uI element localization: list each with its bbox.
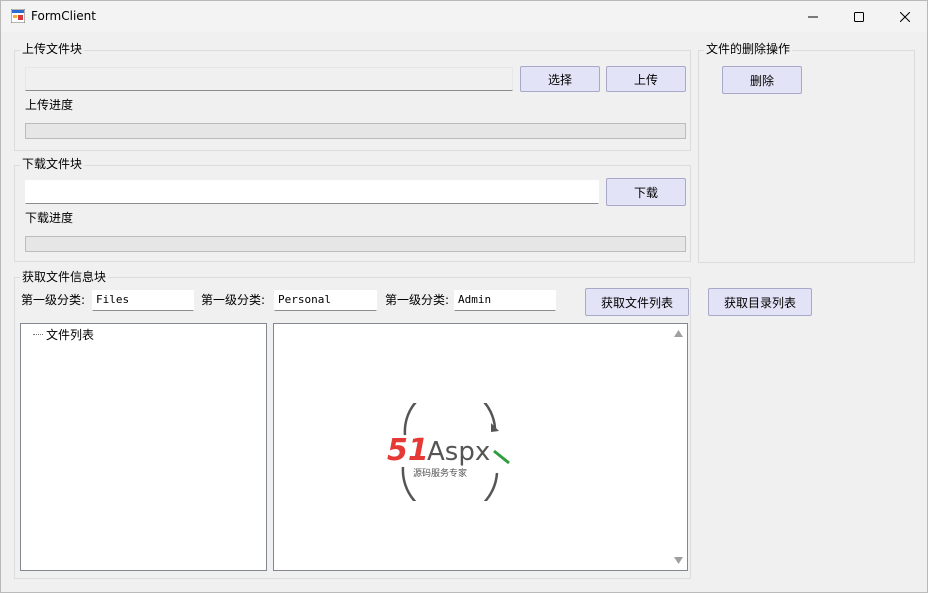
get-file-list-button[interactable]: 获取文件列表 [585,288,689,316]
scroll-up-arrow-icon[interactable] [674,330,683,337]
form-client-window: FormClient 上传文件块 选择 上传 上传进度 文件的删除操作 删除 下… [0,0,928,593]
brand-watermark-logo: 51 Aspx 源码服务专家 [387,403,510,501]
category1-label: 第一级分类: [21,293,86,307]
get-directory-list-button[interactable]: 获取目录列表 [708,288,812,316]
minimize-button[interactable] [790,1,836,32]
maximize-icon [854,11,864,22]
app-icon [11,9,25,23]
select-button[interactable]: 选择 [520,66,600,92]
scroll-down-arrow-icon[interactable] [674,557,683,564]
upload-progress-bar [25,123,686,139]
file-info-group-title: 获取文件信息块 [20,270,109,284]
upload-file-path-field[interactable] [25,67,513,91]
download-group-title: 下载文件块 [20,157,85,171]
download-file-path-field[interactable] [25,180,599,204]
upload-group-title: 上传文件块 [20,42,85,56]
window-title: FormClient [31,9,96,23]
close-icon [900,11,910,22]
delete-group-title: 文件的删除操作 [704,42,793,56]
minimize-icon [808,16,818,17]
brand-red-text: 51 [387,433,429,468]
tree-node-file-list[interactable]: 文件列表 [33,326,94,343]
category3-field[interactable]: Admin [454,290,556,311]
upload-button[interactable]: 上传 [606,66,686,92]
close-button[interactable] [882,1,928,32]
title-bar[interactable]: FormClient [1,1,927,32]
download-progress-bar [25,236,686,252]
download-progress-label: 下载进度 [25,211,74,225]
maximize-button[interactable] [836,1,882,32]
brand-dark-text: Aspx [427,437,490,467]
upload-progress-label: 上传进度 [25,98,74,112]
tree-connector [33,334,43,335]
tree-node-label: 文件列表 [46,328,95,342]
delete-button[interactable]: 删除 [722,66,802,94]
file-tree-view[interactable]: 文件列表 [20,323,267,571]
category2-label: 第一级分类: [201,293,266,307]
category2-field[interactable]: Personal [274,290,377,311]
download-button[interactable]: 下载 [606,178,686,206]
brand-tagline: 源码服务专家 [413,467,467,479]
category3-label: 第一级分类: [385,293,450,307]
brand-x-accent [493,449,510,465]
vertical-scrollbar[interactable] [670,324,687,570]
file-list-box[interactable]: 51 Aspx 源码服务专家 [273,323,688,571]
category1-field[interactable]: Files [92,290,194,311]
